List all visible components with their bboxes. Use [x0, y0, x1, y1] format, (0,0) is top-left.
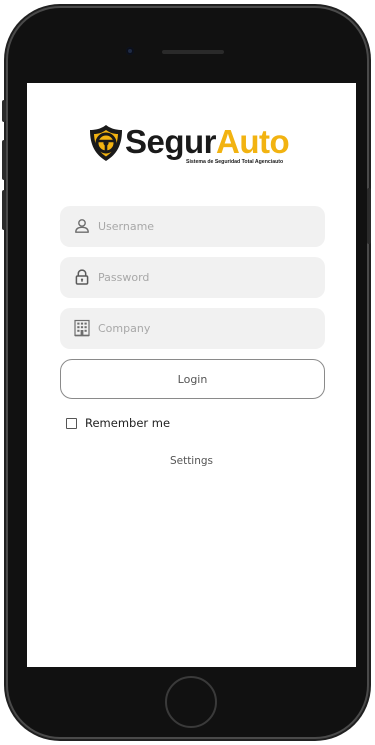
settings-link[interactable]: Settings — [27, 455, 356, 467]
company-field[interactable] — [60, 308, 325, 349]
phone-volume-down-button — [2, 190, 6, 230]
remember-me[interactable]: Remember me — [66, 416, 170, 430]
brand-name-part2: Auto — [216, 123, 290, 160]
front-camera — [126, 47, 134, 55]
building-icon — [74, 319, 90, 337]
brand-name: SegurAuto — [125, 122, 290, 162]
brand-tagline: Sistema de Seguridad Total Agenciauto — [186, 159, 284, 165]
phone-mute-switch — [2, 100, 6, 122]
home-button[interactable] — [165, 676, 217, 728]
steering-shield-icon — [90, 125, 122, 161]
remember-me-checkbox[interactable] — [66, 417, 77, 429]
lock-icon — [75, 269, 89, 285]
password-input[interactable] — [98, 257, 313, 298]
earpiece-speaker — [162, 50, 224, 54]
remember-me-label: Remember me — [85, 416, 171, 430]
brand-name-part1: Segur — [125, 123, 217, 160]
login-button[interactable]: Login — [60, 359, 325, 399]
username-field[interactable] — [60, 206, 325, 247]
company-input[interactable] — [98, 308, 313, 349]
phone-volume-up-button — [2, 140, 6, 180]
user-icon — [75, 219, 89, 233]
phone-power-button — [367, 188, 371, 244]
username-input[interactable] — [98, 206, 313, 247]
password-field[interactable] — [60, 257, 325, 298]
segurauto-logo: SegurAuto Sistema de Seguridad Total Age… — [87, 123, 303, 169]
app-screen: SegurAuto Sistema de Seguridad Total Age… — [27, 83, 356, 667]
